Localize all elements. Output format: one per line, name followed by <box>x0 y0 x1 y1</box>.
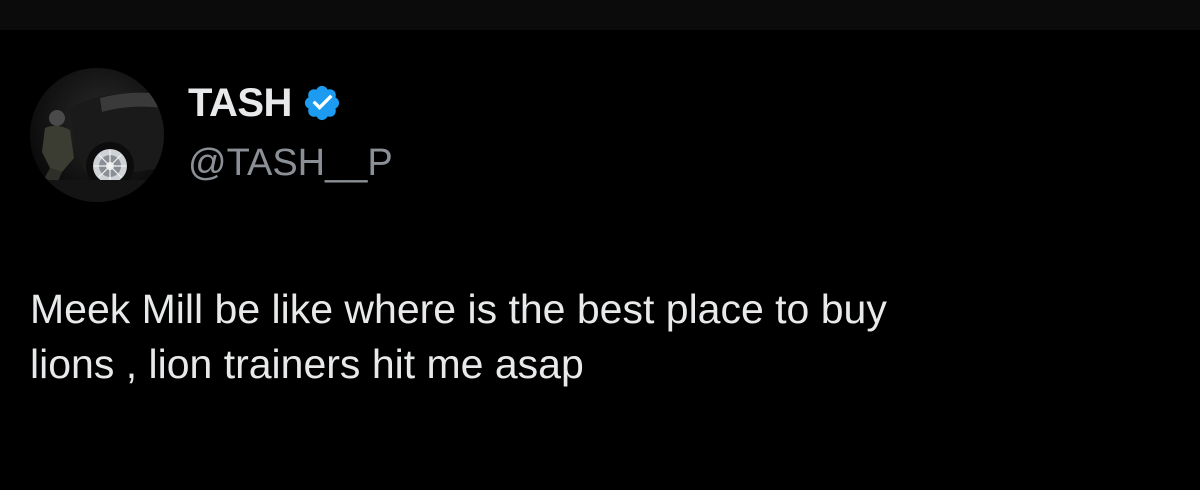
author-handle[interactable]: @TASH__P <box>188 140 393 186</box>
tweet-card[interactable]: TASH @TASH__P Meek Mill be like where is… <box>0 30 1200 490</box>
verified-badge-icon <box>302 83 342 123</box>
tweet-text-line-1: Meek Mill be like where is the best plac… <box>30 286 887 332</box>
avatar-photo-icon <box>30 68 164 202</box>
top-bar <box>0 0 1200 30</box>
author-display-name[interactable]: TASH <box>188 78 292 128</box>
author-name-row[interactable]: TASH <box>188 78 342 128</box>
tweet-text-line-2: lions , lion trainers hit me asap <box>30 341 584 387</box>
tweet-text: Meek Mill be like where is the best plac… <box>30 282 1170 392</box>
avatar[interactable] <box>30 68 164 202</box>
